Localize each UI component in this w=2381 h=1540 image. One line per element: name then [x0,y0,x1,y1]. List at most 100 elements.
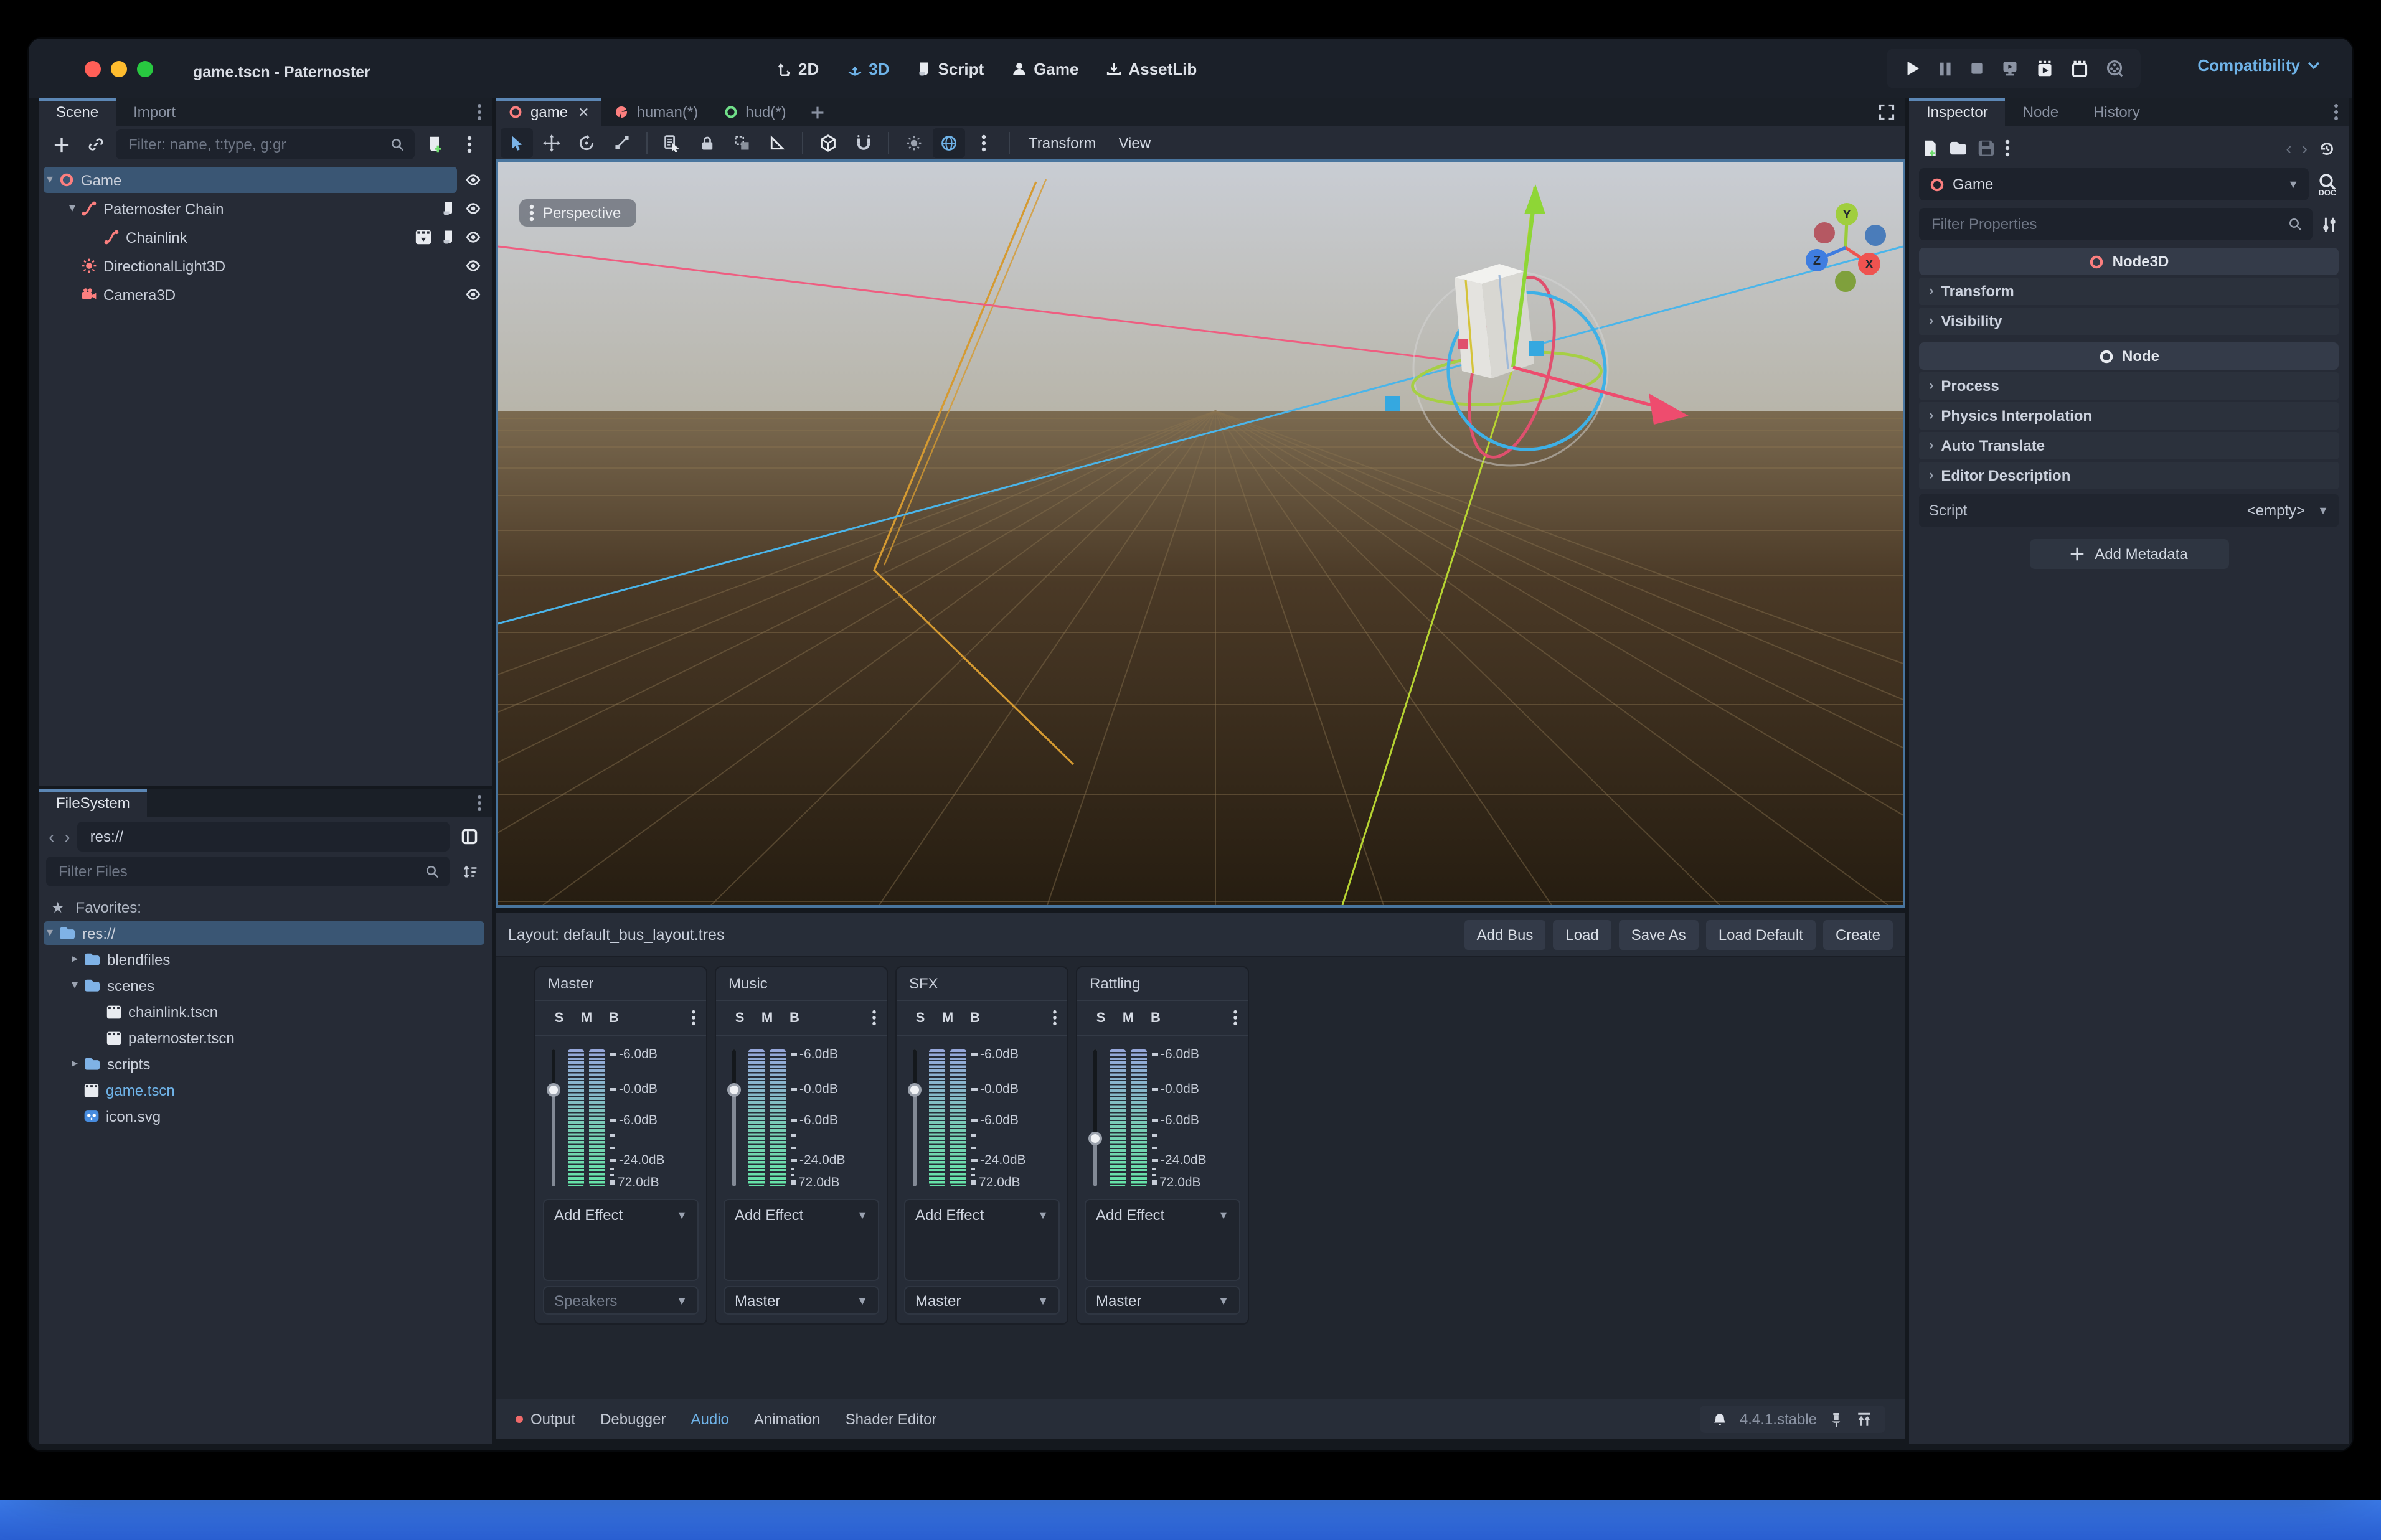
chevron-down-icon[interactable]: ▾ [64,202,81,215]
expand-viewport-icon[interactable] [1868,98,1905,126]
save-as-button[interactable]: Save As [1619,919,1699,949]
group-editor-description[interactable]: ›Editor Description [1919,462,2339,489]
object-history-icon[interactable] [2317,139,2336,157]
chevron-down-icon[interactable]: ▾ [41,173,59,187]
scene-tree-menu-icon[interactable] [455,129,484,159]
bus-menu-icon[interactable] [691,1010,696,1026]
add-metadata-button[interactable]: Add Metadata [2029,539,2228,569]
volume-knob[interactable] [908,1083,922,1097]
tab-script[interactable]: Script [917,59,984,78]
path-input[interactable] [88,827,440,847]
file-row-blendfiles[interactable]: ▸ blendfiles [41,946,489,972]
path-field[interactable] [78,822,450,852]
visibility-eye-icon[interactable] [464,172,482,188]
tab-history[interactable]: History [2076,98,2157,126]
file-filter-field[interactable] [46,857,450,886]
mute-button[interactable]: M [934,1010,961,1025]
bus-menu-icon[interactable] [872,1010,877,1026]
bus-name[interactable]: Music [716,967,887,1001]
file-row-icon-svg[interactable]: icon.svg [41,1103,489,1129]
load-resource-folder-icon[interactable] [1949,140,1968,156]
visibility-eye-icon[interactable] [464,286,482,303]
attach-script-button[interactable] [420,129,450,159]
close-window-button[interactable] [85,61,101,77]
script-property-value[interactable]: <empty> [2247,502,2305,519]
volume-knob[interactable] [727,1083,741,1097]
expand-bottom-panel-icon[interactable] [1855,1411,1873,1427]
ruler-mode-button[interactable] [761,128,793,157]
bus-menu-icon[interactable] [1052,1010,1057,1026]
chevron-down-icon[interactable]: ▾ [66,979,83,992]
edited-object-selector[interactable]: Game ▼ [1919,168,2309,200]
visibility-eye-icon[interactable] [464,258,482,274]
property-tools-icon[interactable] [2320,215,2339,233]
volume-slider[interactable] [909,1049,919,1186]
axis-neg-y-ball[interactable] [1835,271,1856,292]
add-effect-dropdown[interactable]: Add Effect▼ [905,1200,1058,1230]
bottom-tab-audio[interactable]: Audio [691,1411,729,1428]
category-node[interactable]: Node [1919,342,2339,370]
tab-2d[interactable]: 2D [776,59,819,78]
play-current-scene-button[interactable] [2036,60,2053,77]
group-selected-button[interactable] [726,128,758,157]
play-button[interactable] [1904,60,1920,77]
snap-mode-button[interactable] [812,128,844,157]
renderer-dropdown[interactable]: Compatibility [2197,56,2320,75]
toggle-split-mode-button[interactable] [455,822,484,852]
notification-bell-icon[interactable] [1712,1411,1727,1427]
filter-properties-field[interactable] [1919,208,2313,240]
file-row-scripts[interactable]: ▸ scripts [41,1051,489,1077]
bus-name[interactable]: SFX [897,967,1067,1001]
bypass-button[interactable]: B [1142,1010,1169,1025]
new-resource-icon[interactable] [1921,139,1939,157]
pin-icon[interactable] [1829,1411,1843,1427]
file-row-paternoster-tscn[interactable]: paternoster.tscn [41,1025,489,1051]
move-tool-button[interactable] [535,128,568,157]
file-row-game-tscn[interactable]: game.tscn [41,1077,489,1103]
tab-inspector[interactable]: Inspector [1909,98,2006,126]
file-row-chainlink-tscn[interactable]: chainlink.tscn [41,998,489,1025]
tab-scene[interactable]: Scene [39,98,116,126]
bus-send-dropdown[interactable]: Master▼ [1085,1286,1240,1315]
solo-button[interactable]: S [726,1010,753,1025]
volume-slider[interactable] [548,1049,558,1186]
scene-tab-human[interactable]: human(*) [602,98,711,126]
bus-send-dropdown[interactable]: Master▼ [904,1286,1060,1315]
script-badge-icon[interactable] [441,229,456,245]
group-visibility[interactable]: ›Visibility [1919,308,2339,335]
preview-sun-button[interactable] [898,128,930,157]
group-physics-interpolation[interactable]: ›Physics Interpolation [1919,402,2339,430]
bus-send-dropdown[interactable]: Speakers▼ [543,1286,699,1315]
tree-row-paternoster-chain[interactable]: ▾ Paternoster Chain [41,194,489,223]
tree-row-camera3d[interactable]: Camera3D [41,280,489,309]
solo-button[interactable]: S [545,1010,573,1025]
3d-viewport[interactable]: Y X Z Perspective [496,159,1905,908]
lock-selected-button[interactable] [691,128,724,157]
rotate-tool-button[interactable] [570,128,603,157]
history-back-button[interactable]: ‹ [2286,138,2291,158]
nav-back-button[interactable]: ‹ [46,827,57,847]
file-filter-input[interactable] [56,862,417,881]
script-property-row[interactable]: Script <empty> ▼ [1919,494,2339,527]
chevron-right-icon[interactable]: ▸ [66,1057,83,1071]
tree-row-game[interactable]: ▾ Game [41,166,489,194]
save-resource-icon[interactable] [1978,139,1995,157]
chevron-down-icon[interactable]: ▾ [41,926,59,940]
bypass-button[interactable]: B [600,1010,628,1025]
new-scene-tab-button[interactable] [799,98,837,126]
close-icon[interactable]: ✕ [578,104,589,120]
axis-neg-x-ball[interactable] [1814,222,1835,243]
add-node-button[interactable] [46,129,76,159]
stop-button[interactable] [1970,61,1984,76]
scene-filter-field[interactable] [116,129,415,159]
add-effect-dropdown[interactable]: Add Effect▼ [725,1200,878,1230]
sun-environ-menu-icon[interactable] [968,128,1000,157]
dock-menu-icon[interactable] [467,98,492,126]
volume-knob[interactable] [547,1083,560,1097]
version-label[interactable]: 4.4.1.stable [1740,1411,1817,1428]
movie-maker-button[interactable] [2106,60,2123,77]
maximize-window-button[interactable] [137,61,153,77]
load-button[interactable]: Load [1553,919,1611,949]
mute-button[interactable]: M [1115,1010,1142,1025]
file-sort-button[interactable] [455,857,484,886]
